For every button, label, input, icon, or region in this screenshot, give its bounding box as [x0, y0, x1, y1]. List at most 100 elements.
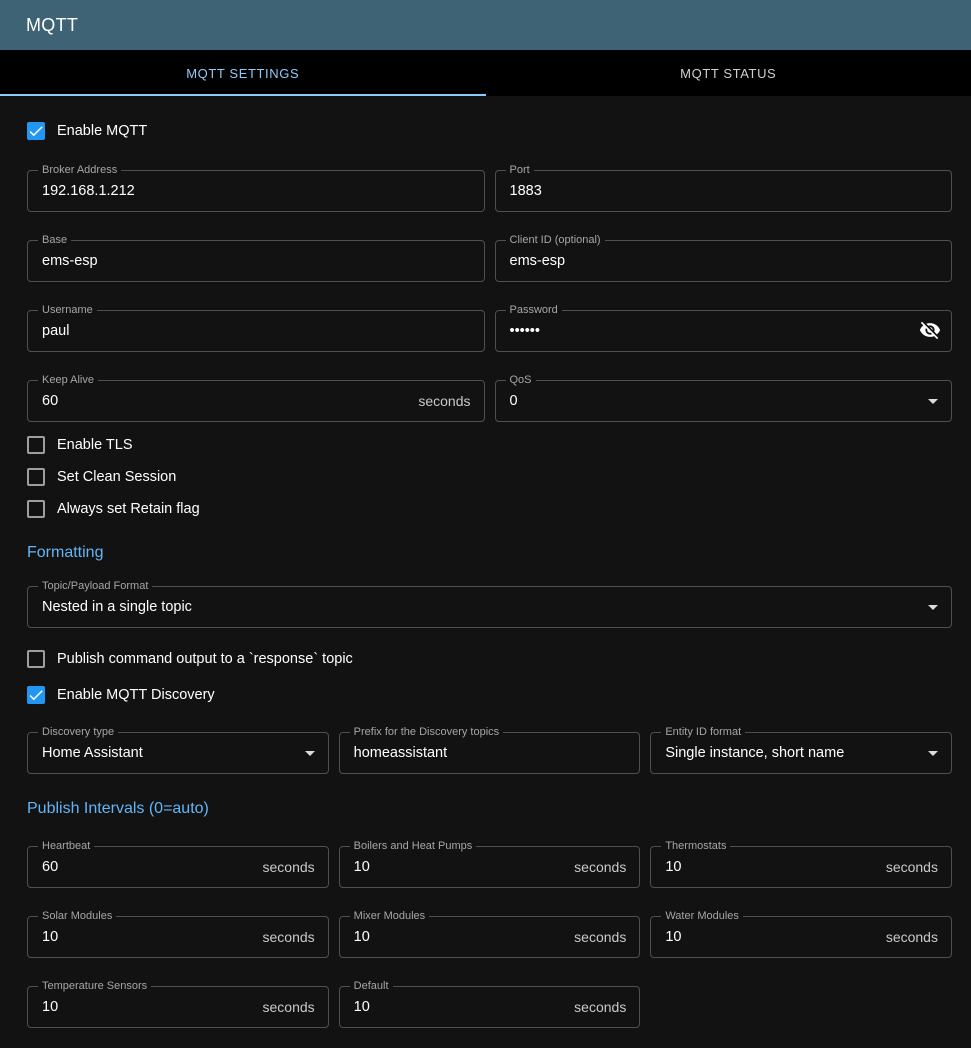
field-label: Client ID (optional): [506, 234, 605, 247]
seconds-suffix: seconds: [886, 859, 951, 875]
checkbox-label: Publish command output to a `response` t…: [57, 651, 353, 667]
base-input[interactable]: [28, 253, 484, 269]
broker-address-input[interactable]: [28, 183, 484, 199]
field-label: Password: [506, 304, 562, 317]
seconds-suffix: seconds: [574, 929, 639, 945]
checkbox-label: Set Clean Session: [57, 469, 176, 485]
password-field[interactable]: Password: [495, 310, 953, 352]
dropdown-arrow-icon: [921, 389, 951, 413]
field-label: Heartbeat: [38, 840, 94, 853]
field-label: Username: [38, 304, 97, 317]
boilers-input[interactable]: [340, 859, 575, 875]
mixer-input[interactable]: [340, 929, 575, 945]
qos-select[interactable]: QoS 0: [495, 380, 953, 422]
field-label: Topic/Payload Format: [38, 580, 152, 593]
interval-boilers-field[interactable]: Boilers and Heat Pumps seconds: [339, 846, 641, 888]
seconds-suffix: seconds: [886, 929, 951, 945]
seconds-suffix: seconds: [418, 393, 483, 409]
publish-intervals-heading: Publish Intervals (0=auto): [27, 800, 952, 818]
field-label: Boilers and Heat Pumps: [350, 840, 477, 853]
toggle-password-visibility-button[interactable]: [913, 318, 951, 345]
interval-mixer-field[interactable]: Mixer Modules seconds: [339, 916, 641, 958]
discovery-prefix-field[interactable]: Prefix for the Discovery topics: [339, 732, 641, 774]
topic-format-selected-value: Nested in a single topic: [28, 599, 921, 615]
checkbox-unchecked-icon: [27, 436, 45, 454]
field-label: Thermostats: [661, 840, 730, 853]
seconds-suffix: seconds: [263, 929, 328, 945]
checkbox-checked-icon: [27, 686, 45, 704]
settings-form: Enable MQTT Broker Address Port Base Cli…: [0, 96, 971, 1048]
tab-bar: MQTT SETTINGS MQTT STATUS: [0, 50, 971, 96]
checkbox-label: Enable MQTT Discovery: [57, 687, 215, 703]
qos-selected-value: 0: [496, 393, 922, 409]
seconds-suffix: seconds: [263, 999, 328, 1015]
discovery-type-selected-value: Home Assistant: [28, 745, 298, 761]
field-label: Entity ID format: [661, 726, 745, 739]
topic-format-select[interactable]: Topic/Payload Format Nested in a single …: [27, 586, 952, 628]
field-label: Base: [38, 234, 71, 247]
water-input[interactable]: [651, 929, 886, 945]
checkbox-checked-icon: [27, 122, 45, 140]
seconds-suffix: seconds: [574, 859, 639, 875]
field-label: Prefix for the Discovery topics: [350, 726, 504, 739]
checkbox-unchecked-icon: [27, 500, 45, 518]
keepalive-qos-row: Keep Alive seconds QoS 0: [27, 380, 952, 422]
field-label: Default: [350, 980, 393, 993]
heartbeat-input[interactable]: [28, 859, 263, 875]
client-id-field[interactable]: Client ID (optional): [495, 240, 953, 282]
formatting-heading: Formatting: [27, 544, 952, 562]
base-field[interactable]: Base: [27, 240, 485, 282]
username-input[interactable]: [28, 323, 484, 339]
field-label: Broker Address: [38, 164, 121, 177]
interval-temperature-sensors-field[interactable]: Temperature Sensors seconds: [27, 986, 329, 1028]
entity-id-format-selected-value: Single instance, short name: [651, 745, 921, 761]
username-field[interactable]: Username: [27, 310, 485, 352]
interval-default-field[interactable]: Default seconds: [339, 986, 641, 1028]
dropdown-arrow-icon: [921, 595, 951, 619]
field-label: Keep Alive: [38, 374, 98, 387]
entity-id-format-select[interactable]: Entity ID format Single instance, short …: [650, 732, 952, 774]
interval-thermostats-field[interactable]: Thermostats seconds: [650, 846, 952, 888]
field-label: Discovery type: [38, 726, 118, 739]
enable-discovery-checkbox[interactable]: Enable MQTT Discovery: [27, 686, 215, 704]
port-input[interactable]: [496, 183, 952, 199]
password-input[interactable]: [496, 323, 914, 339]
temperature-sensors-input[interactable]: [28, 999, 263, 1015]
thermostats-input[interactable]: [651, 859, 886, 875]
interval-water-field[interactable]: Water Modules seconds: [650, 916, 952, 958]
intervals-grid: Heartbeat seconds Boilers and Heat Pumps…: [27, 846, 952, 1028]
keep-alive-field[interactable]: Keep Alive seconds: [27, 380, 485, 422]
checkbox-unchecked-icon: [27, 650, 45, 668]
publish-response-checkbox[interactable]: Publish command output to a `response` t…: [27, 650, 353, 668]
solar-input[interactable]: [28, 929, 263, 945]
interval-heartbeat-field[interactable]: Heartbeat seconds: [27, 846, 329, 888]
app-header: MQTT: [0, 0, 971, 50]
checkbox-label: Enable TLS: [57, 437, 133, 453]
credentials-row: Username Password: [27, 310, 952, 352]
broker-port-row: Broker Address Port: [27, 170, 952, 212]
seconds-suffix: seconds: [574, 999, 639, 1015]
client-id-input[interactable]: [496, 253, 952, 269]
option-checkboxes: Enable TLS Set Clean Session Always set …: [27, 436, 952, 518]
page-title: MQTT: [26, 15, 78, 36]
always-retain-checkbox[interactable]: Always set Retain flag: [27, 500, 200, 518]
interval-solar-field[interactable]: Solar Modules seconds: [27, 916, 329, 958]
port-field[interactable]: Port: [495, 170, 953, 212]
default-interval-input[interactable]: [340, 999, 575, 1015]
discovery-prefix-input[interactable]: [340, 745, 640, 761]
field-label: Solar Modules: [38, 910, 116, 923]
checkbox-label: Always set Retain flag: [57, 501, 200, 517]
discovery-type-select[interactable]: Discovery type Home Assistant: [27, 732, 329, 774]
set-clean-session-checkbox[interactable]: Set Clean Session: [27, 468, 176, 486]
keep-alive-input[interactable]: [28, 393, 418, 409]
enable-tls-checkbox[interactable]: Enable TLS: [27, 436, 133, 454]
broker-address-field[interactable]: Broker Address: [27, 170, 485, 212]
visibility-off-icon: [919, 319, 941, 344]
field-label: QoS: [506, 374, 536, 387]
tab-mqtt-settings[interactable]: MQTT SETTINGS: [0, 50, 486, 96]
field-label: Water Modules: [661, 910, 743, 923]
checkbox-label: Enable MQTT: [57, 123, 147, 139]
field-label: Mixer Modules: [350, 910, 430, 923]
enable-mqtt-checkbox[interactable]: Enable MQTT: [27, 122, 147, 140]
tab-mqtt-status[interactable]: MQTT STATUS: [486, 50, 971, 96]
